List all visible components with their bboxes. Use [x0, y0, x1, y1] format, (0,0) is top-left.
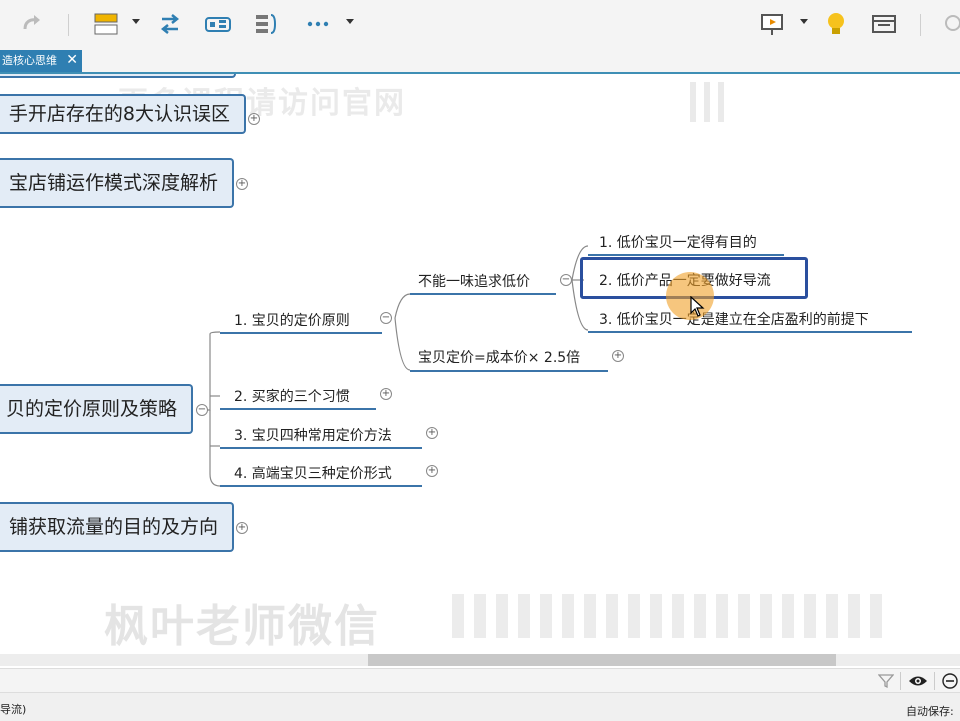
expand-toggle[interactable]: +	[380, 388, 392, 400]
scrollbar-thumb[interactable]	[368, 654, 836, 666]
collapse-toggle[interactable]: −	[560, 274, 572, 286]
redo-icon[interactable]	[18, 10, 46, 38]
presentation-icon[interactable]	[758, 10, 786, 38]
mouse-cursor-icon	[690, 296, 705, 317]
watermark-bottom: 枫叶老师微信	[104, 601, 380, 652]
view-bar	[0, 668, 960, 693]
toolbar-separator	[68, 14, 69, 36]
level3-underline	[410, 293, 556, 295]
summary-icon[interactable]	[252, 10, 280, 38]
insert-topic-dropdown-icon[interactable]	[132, 19, 140, 24]
expand-toggle[interactable]: +	[426, 465, 438, 477]
collapse-toggle[interactable]: −	[380, 312, 392, 324]
toolbar	[0, 0, 960, 50]
tab-title: 造核心思维	[2, 54, 57, 67]
subtopic-label[interactable]: 4. 高端宝贝三种定价形式	[234, 463, 392, 483]
expand-toggle[interactable]: +	[612, 350, 624, 362]
presentation-dropdown-icon[interactable]	[800, 19, 808, 24]
level3-underline	[410, 370, 608, 372]
mindmap-canvas[interactable]: 更多课程请访问官网 手开店存在的8大认识误区 + 宝店铺运作模式深度解析 + 贝…	[0, 74, 960, 654]
subtopic-underline	[220, 408, 376, 410]
subtopic-underline	[220, 485, 422, 487]
more-dropdown-icon[interactable]	[346, 19, 354, 24]
zoom-out-icon[interactable]	[942, 673, 958, 693]
autosave-label: 自动保存:	[906, 705, 954, 718]
panel-toggle-icon[interactable]	[870, 10, 898, 38]
level4-underline	[588, 331, 912, 333]
insert-topic-icon[interactable]	[92, 10, 120, 38]
watermark-bars-bottom	[452, 594, 882, 638]
separator	[900, 672, 901, 690]
search-icon[interactable]	[938, 10, 960, 38]
subtopic-label[interactable]: 3. 宝贝四种常用定价方法	[234, 425, 392, 445]
subtopic-label[interactable]: 1. 宝贝的定价原则	[234, 310, 350, 330]
subtopic-underline	[220, 332, 382, 334]
tab-bar: 造核心思维 ✕	[0, 50, 960, 74]
expand-toggle[interactable]: +	[426, 427, 438, 439]
relationship-icon[interactable]	[156, 10, 184, 38]
toolbar-separator	[920, 14, 921, 36]
level4-underline	[588, 254, 784, 256]
level4-label[interactable]: 1. 低价宝贝一定得有目的	[599, 232, 757, 252]
eye-icon[interactable]	[908, 673, 928, 693]
tab-mindmap[interactable]: 造核心思维 ✕	[0, 50, 82, 72]
lightbulb-icon[interactable]	[822, 10, 850, 38]
subtopic-label[interactable]: 2. 买家的三个习惯	[234, 386, 350, 406]
status-text: 导流)	[0, 703, 27, 716]
close-icon[interactable]: ✕	[66, 50, 78, 71]
status-bar: 导流) 自动保存:	[0, 692, 960, 721]
subtopic-underline	[220, 447, 422, 449]
level3-label[interactable]: 不能一味追求低价	[418, 271, 530, 291]
level4-label[interactable]: 3. 低价宝贝一定是建立在全店盈利的前提下	[599, 309, 869, 329]
filter-icon[interactable]	[877, 673, 895, 693]
level3-label[interactable]: 宝贝定价=成本价× 2.5倍	[418, 347, 580, 367]
more-icon[interactable]	[304, 10, 332, 38]
boundary-icon[interactable]	[204, 10, 232, 38]
separator	[934, 672, 935, 690]
